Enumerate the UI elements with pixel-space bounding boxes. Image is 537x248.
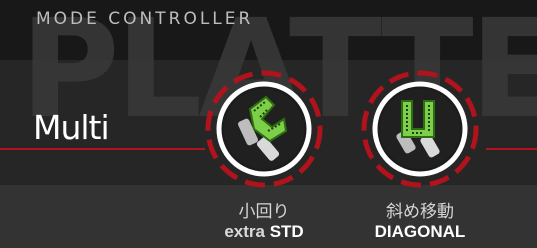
- mode-controller-panel: PLATTER MODE CONTROLLER Multi: [0, 0, 537, 248]
- diagonal-label: 斜め移動 DIAGONAL: [345, 197, 495, 242]
- red-divider-right: [486, 148, 537, 150]
- current-mode-label: Multi: [33, 108, 110, 147]
- extra-std-label-jp: 小回り: [238, 202, 290, 222]
- page-title: MODE CONTROLLER: [36, 9, 254, 29]
- extra-std-label-prefix: extra: [224, 222, 270, 241]
- extra-std-label-en: extra STD: [189, 222, 339, 242]
- diagonal-label-strong: DIAGONAL: [374, 222, 466, 241]
- red-divider-left: [0, 148, 205, 150]
- diagonal-mode-button[interactable]: [358, 67, 482, 191]
- diagonal-label-jp: 斜め移動: [386, 202, 454, 222]
- extra-std-mode-button[interactable]: [202, 67, 326, 191]
- diagonal-label-en: DIAGONAL: [345, 222, 495, 242]
- extra-std-label: 小回り extra STD: [189, 197, 339, 242]
- extra-std-label-strong: STD: [269, 222, 304, 241]
